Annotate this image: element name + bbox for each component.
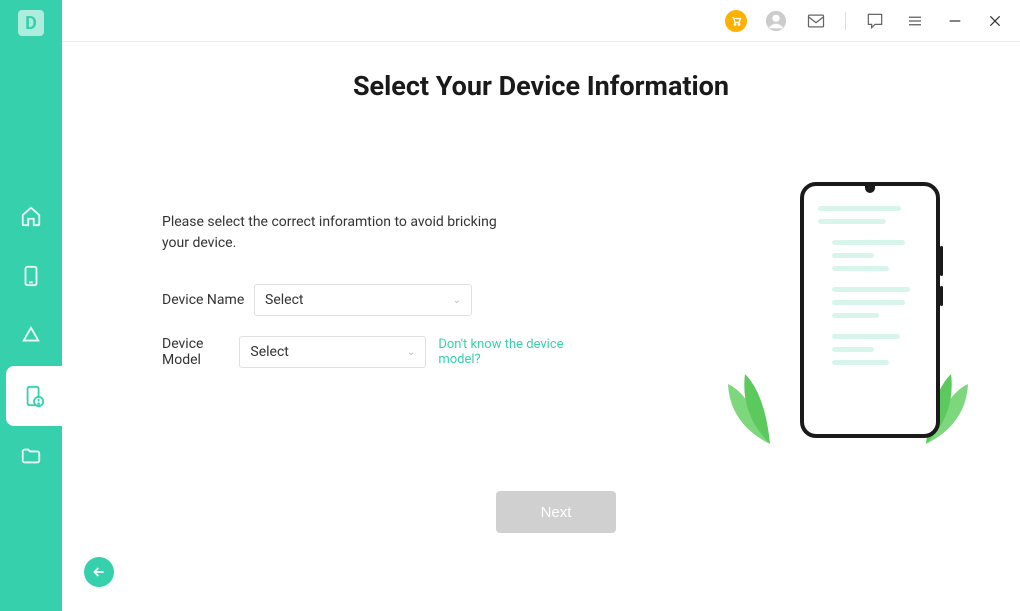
chat-icon [865,11,885,31]
device-model-value: Select [250,344,288,360]
sidebar-item-repair[interactable] [6,366,62,426]
home-icon [20,205,42,227]
titlebar [62,0,1020,42]
arrow-left-icon [91,564,107,580]
chevron-down-icon: ⌄ [453,295,461,306]
back-button[interactable] [84,557,114,587]
app-logo: D [0,0,62,46]
device-model-help-link[interactable]: Don't know the device model? [438,337,582,367]
cloud-icon [20,325,42,347]
feedback-button[interactable] [864,10,886,32]
instruction-text: Please select the correct inforamtion to… [162,212,502,254]
content: Select Your Device Information Please se… [62,42,1020,611]
folder-icon [20,445,42,467]
user-button[interactable] [765,10,787,32]
page-title: Select Your Device Information [102,70,980,102]
menu-icon [906,12,924,30]
close-icon [987,13,1003,29]
sidebar-item-folder[interactable] [0,426,62,486]
phone-illustration [730,182,970,462]
logo-letter: D [18,10,44,36]
device-model-select[interactable]: Select ⌄ [239,336,426,368]
divider [845,12,846,30]
user-icon [765,10,787,32]
device-name-select[interactable]: Select ⌄ [254,284,472,316]
next-button[interactable]: Next [496,491,616,533]
phone-frame [800,182,940,438]
sidebar: D [0,0,62,611]
device-model-label: Device Model [162,336,239,368]
mail-icon [806,11,826,31]
phone-alert-icon [23,385,45,407]
sidebar-item-device[interactable] [0,246,62,306]
mail-button[interactable] [805,10,827,32]
leaf-left-icon [720,364,780,444]
minimize-button[interactable] [944,10,966,32]
chevron-down-icon: ⌄ [407,347,415,358]
sidebar-item-home[interactable] [0,186,62,246]
cart-icon [730,15,742,27]
cart-button[interactable] [725,10,747,32]
phone-icon [20,265,42,287]
minimize-icon [947,13,963,29]
device-name-value: Select [265,292,303,308]
device-name-label: Device Name [162,292,254,308]
sidebar-item-cloud[interactable] [0,306,62,366]
menu-button[interactable] [904,10,926,32]
close-button[interactable] [984,10,1006,32]
